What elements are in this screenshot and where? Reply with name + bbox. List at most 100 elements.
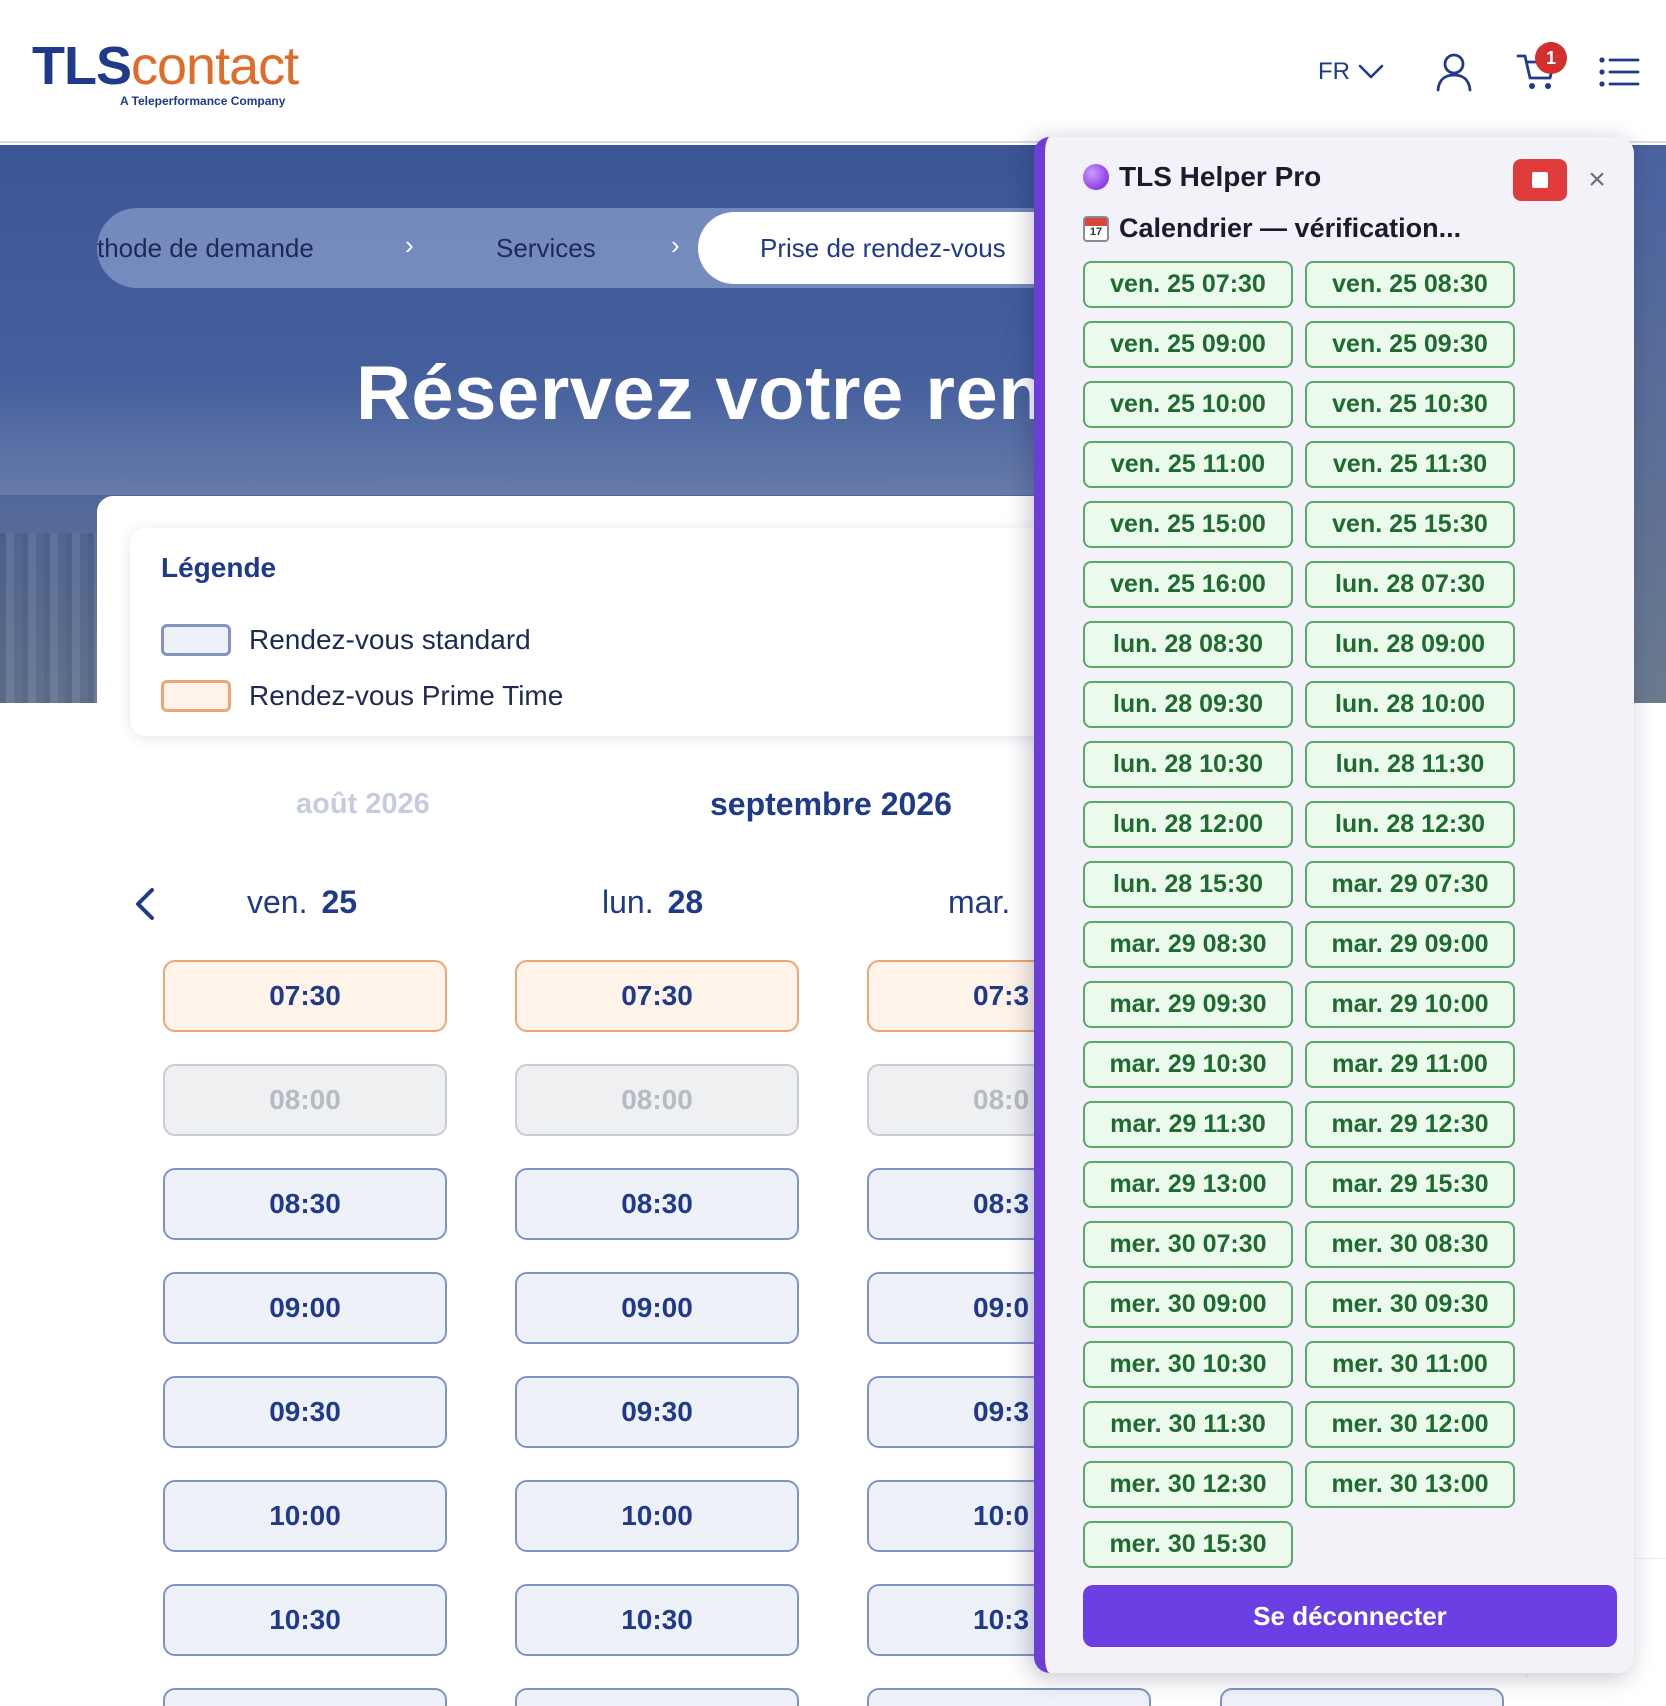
available-slot-chip[interactable]: mar. 29 09:00 <box>1305 921 1515 968</box>
time-slot[interactable]: 09:30 <box>163 1376 447 1448</box>
available-slot-chip[interactable]: lun. 28 11:30 <box>1305 741 1515 788</box>
menu-icon[interactable] <box>1598 52 1640 94</box>
logo-tls: TLS <box>32 36 132 96</box>
available-slot-chip[interactable]: lun. 28 15:30 <box>1083 861 1293 908</box>
month-current: septembre 2026 <box>710 786 952 822</box>
time-slot-unavailable: 08:00 <box>163 1064 447 1136</box>
time-slot[interactable]: 09:00 <box>163 1272 447 1344</box>
helper-status-text: Calendrier — vérification... <box>1119 213 1462 243</box>
day-name: lun. <box>602 884 654 920</box>
language-selector[interactable]: FR <box>1318 58 1384 86</box>
available-slot-chip[interactable]: mer. 30 12:30 <box>1083 1461 1293 1508</box>
logout-button[interactable]: Se déconnecter <box>1083 1585 1617 1647</box>
available-slot-chip[interactable]: mar. 29 10:30 <box>1083 1041 1293 1088</box>
available-slot-chip[interactable]: mar. 29 15:30 <box>1305 1161 1515 1208</box>
available-slot-chip[interactable]: lun. 28 09:30 <box>1083 681 1293 728</box>
legend-standard: Rendez-vous standard <box>161 624 531 656</box>
day-number: 28 <box>667 884 704 920</box>
logo-contact: contact <box>131 36 299 96</box>
available-slot-chip[interactable]: lun. 28 07:30 <box>1305 561 1515 608</box>
available-slot-chip[interactable]: mer. 30 13:00 <box>1305 1461 1515 1508</box>
available-slot-chip[interactable]: lun. 28 10:30 <box>1083 741 1293 788</box>
time-slot-prime[interactable]: 07:30 <box>163 960 447 1032</box>
time-slot[interactable]: 10:00 <box>163 1480 447 1552</box>
available-slot-chip[interactable]: mer. 30 09:00 <box>1083 1281 1293 1328</box>
prime-swatch <box>161 680 231 712</box>
day-header-fri: ven. 25 <box>247 884 357 921</box>
time-slot-partial[interactable] <box>1220 1688 1504 1706</box>
available-slot-chip[interactable]: mar. 29 11:00 <box>1305 1041 1515 1088</box>
available-slot-chip[interactable]: mar. 29 11:30 <box>1083 1101 1293 1148</box>
available-slot-chip[interactable]: mar. 29 13:00 <box>1083 1161 1293 1208</box>
user-icon[interactable] <box>1433 50 1475 92</box>
helper-title: TLS Helper Pro <box>1083 161 1321 193</box>
available-slot-chip[interactable]: ven. 25 09:30 <box>1305 321 1515 368</box>
day-name: ven. <box>247 884 308 920</box>
available-slot-chip[interactable]: mer. 30 07:30 <box>1083 1221 1293 1268</box>
stop-button[interactable] <box>1513 159 1567 201</box>
cart-count-badge: 1 <box>1535 42 1567 74</box>
logo-subtitle: A Teleperformance Company <box>120 94 286 108</box>
available-slot-chip[interactable]: mer. 30 08:30 <box>1305 1221 1515 1268</box>
time-slot-partial[interactable] <box>163 1688 447 1706</box>
time-slot[interactable]: 10:00 <box>515 1480 799 1552</box>
time-slot-prime[interactable]: 07:30 <box>515 960 799 1032</box>
available-slot-chip[interactable]: lun. 28 09:00 <box>1305 621 1515 668</box>
available-slot-chip[interactable]: lun. 28 10:00 <box>1305 681 1515 728</box>
progress-steps: thode de demande › Services › Prise de r… <box>97 208 1097 288</box>
time-slot-partial[interactable] <box>867 1688 1151 1706</box>
available-slot-chip[interactable]: ven. 25 15:00 <box>1083 501 1293 548</box>
available-slot-chip[interactable]: mer. 30 11:00 <box>1305 1341 1515 1388</box>
available-slot-chip[interactable]: ven. 25 15:30 <box>1305 501 1515 548</box>
stop-icon <box>1532 172 1548 188</box>
available-slot-chip[interactable]: mar. 29 07:30 <box>1305 861 1515 908</box>
available-slot-chip[interactable]: mer. 30 09:30 <box>1305 1281 1515 1328</box>
available-slot-chip[interactable]: mar. 29 10:00 <box>1305 981 1515 1028</box>
time-slot[interactable]: 09:00 <box>515 1272 799 1344</box>
close-icon[interactable]: × <box>1577 159 1617 201</box>
time-slot[interactable]: 10:30 <box>163 1584 447 1656</box>
available-slot-chip[interactable]: mer. 30 12:00 <box>1305 1401 1515 1448</box>
chevron-right-icon: › <box>405 230 414 260</box>
time-slot[interactable]: 08:30 <box>163 1168 447 1240</box>
time-slot[interactable]: 08:30 <box>515 1168 799 1240</box>
available-slot-chip[interactable]: ven. 25 07:30 <box>1083 261 1293 308</box>
available-slots-list: ven. 25 07:30 ven. 25 08:30 ven. 25 09:00 v… <box>1083 261 1623 1568</box>
tlscontact-logo[interactable]: TLScontact A Teleperformance Company <box>32 36 299 108</box>
time-slot-partial[interactable] <box>515 1688 799 1706</box>
available-slot-chip[interactable]: ven. 25 11:30 <box>1305 441 1515 488</box>
legend-prime-label: Rendez-vous Prime Time <box>249 680 564 711</box>
helper-title-text: TLS Helper Pro <box>1119 161 1322 192</box>
available-slot-chip[interactable]: mar. 29 08:30 <box>1083 921 1293 968</box>
time-slot-unavailable: 08:00 <box>515 1064 799 1136</box>
available-slot-chip[interactable]: lun. 28 08:30 <box>1083 621 1293 668</box>
available-slot-chip[interactable]: ven. 25 10:30 <box>1305 381 1515 428</box>
legend-standard-label: Rendez-vous standard <box>249 624 531 655</box>
day-header-mon: lun. 28 <box>602 884 703 921</box>
month-previous[interactable]: août 2026 <box>296 788 430 821</box>
available-slot-chip[interactable]: ven. 25 16:00 <box>1083 561 1293 608</box>
chevron-left-icon[interactable] <box>130 884 160 924</box>
available-slot-chip[interactable]: ven. 25 10:00 <box>1083 381 1293 428</box>
purple-circle-icon <box>1083 164 1109 190</box>
available-slot-chip[interactable]: ven. 25 09:00 <box>1083 321 1293 368</box>
available-slot-chip[interactable]: lun. 28 12:30 <box>1305 801 1515 848</box>
helper-extension-panel: TLS Helper Pro × Calendrier — vérificati… <box>1034 137 1634 1673</box>
step-application-method[interactable]: thode de demande <box>97 208 314 288</box>
available-slot-chip[interactable]: mer. 30 11:30 <box>1083 1401 1293 1448</box>
time-slot[interactable]: 09:30 <box>515 1376 799 1448</box>
chevron-right-icon: › <box>671 230 680 260</box>
available-slot-chip[interactable]: ven. 25 11:00 <box>1083 441 1293 488</box>
available-slot-chip[interactable]: ven. 25 08:30 <box>1305 261 1515 308</box>
available-slot-chip[interactable]: mer. 30 10:30 <box>1083 1341 1293 1388</box>
available-slot-chip[interactable]: mar. 29 09:30 <box>1083 981 1293 1028</box>
legend-prime: Rendez-vous Prime Time <box>161 680 563 712</box>
step-services[interactable]: Services <box>496 208 596 288</box>
language-label: FR <box>1318 58 1350 85</box>
legend-box: Légende Rendez-vous standard Rendez-vous… <box>130 528 1130 736</box>
available-slot-chip[interactable]: mer. 30 15:30 <box>1083 1521 1293 1568</box>
time-slot[interactable]: 10:30 <box>515 1584 799 1656</box>
available-slot-chip[interactable]: lun. 28 12:00 <box>1083 801 1293 848</box>
available-slot-chip[interactable]: mar. 29 12:30 <box>1305 1101 1515 1148</box>
calendar-icon <box>1083 215 1109 242</box>
